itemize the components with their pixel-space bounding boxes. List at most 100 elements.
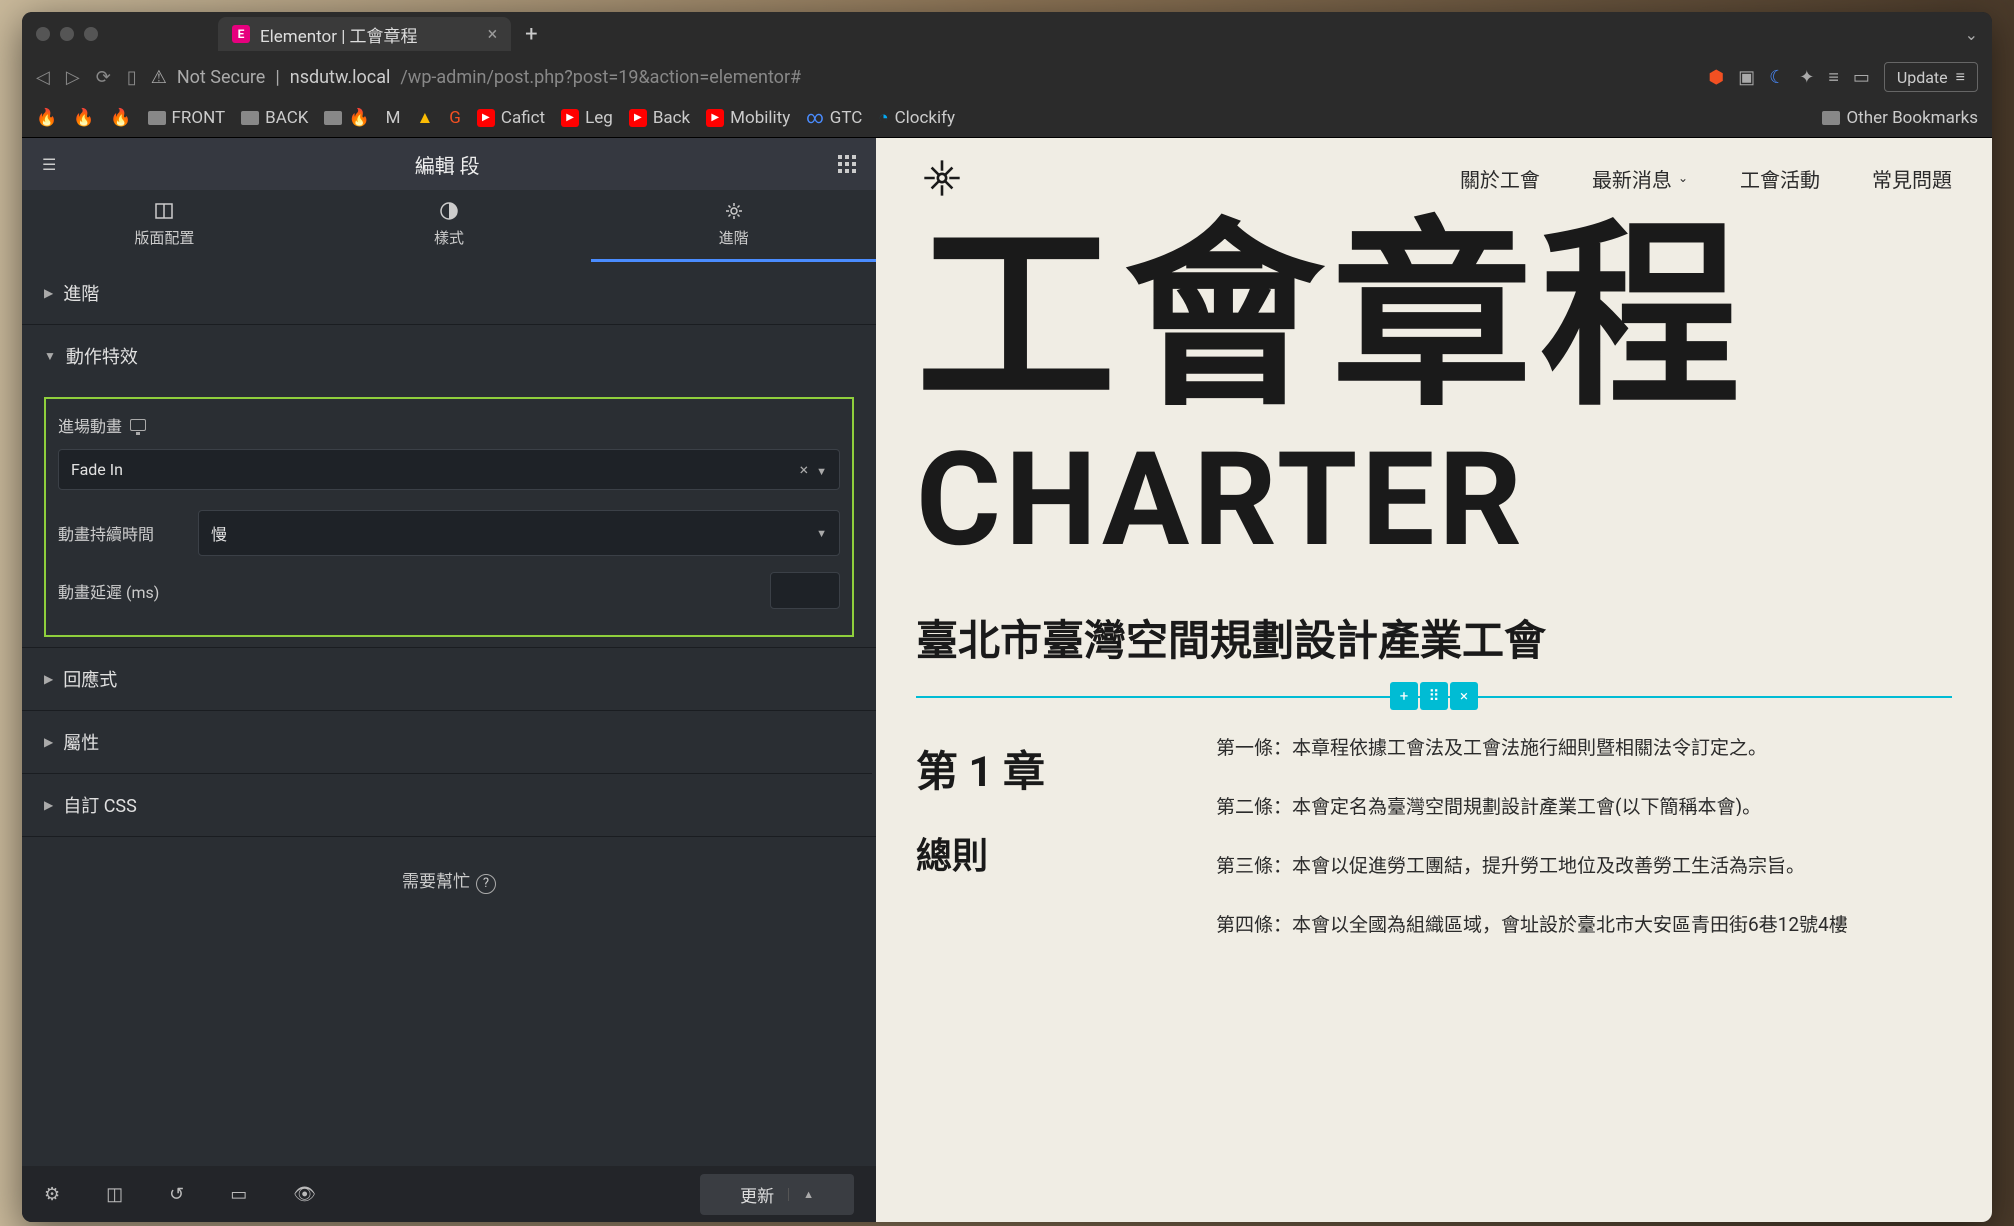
chevron-up-icon: ▲	[788, 1188, 814, 1201]
nav-activities[interactable]: 工會活動	[1740, 164, 1820, 193]
history-icon[interactable]: ↺	[169, 1184, 184, 1205]
panel-title: 編輯 段	[415, 150, 480, 179]
widgets-icon[interactable]	[838, 155, 856, 173]
accordion-motion-effects[interactable]: ▼動作特效	[22, 325, 876, 387]
hero-subtitle: 臺北市臺灣空間規劃設計產業工會	[916, 607, 1952, 668]
bookmark-drive-icon[interactable]: ▲	[416, 108, 433, 128]
entrance-animation-select[interactable]: Fade In ×▼	[58, 449, 840, 490]
layout-icon	[154, 201, 174, 221]
delete-section-icon[interactable]: ×	[1450, 682, 1478, 710]
close-window[interactable]	[36, 27, 50, 41]
chevron-down-icon: ▼	[816, 527, 827, 540]
window-dropdown-icon[interactable]: ⌄	[1965, 25, 1978, 44]
nav-news[interactable]: 最新消息⌄	[1592, 164, 1688, 193]
preview-icon[interactable]: 👁	[293, 1184, 316, 1205]
bookmark-cafict[interactable]: ▶Cafict	[477, 108, 545, 128]
navigator-icon[interactable]: ◫	[106, 1184, 123, 1205]
caret-right-icon: ▶	[44, 672, 53, 686]
delay-label: 動畫延遲 (ms)	[58, 579, 159, 603]
site-logo[interactable]	[916, 152, 968, 204]
publish-button[interactable]: 更新▲	[700, 1174, 854, 1215]
not-secure-icon: ⚠	[151, 67, 167, 88]
section-handles: + ⠿ ×	[1390, 682, 1478, 710]
style-icon	[439, 201, 459, 221]
nav-about[interactable]: 關於工會	[1460, 164, 1540, 193]
chapter-subheading: 總則	[916, 827, 1156, 879]
bookmark-item[interactable]: 🔥	[73, 108, 94, 128]
duration-select[interactable]: 慢 ▼	[198, 510, 840, 556]
accordion-advanced[interactable]: ▶進階	[22, 262, 876, 324]
menu-icon[interactable]: ☰	[42, 155, 56, 174]
maximize-window[interactable]	[84, 27, 98, 41]
update-button[interactable]: Update≡	[1884, 62, 1978, 92]
bookmark-item[interactable]: 🔥	[36, 108, 57, 128]
panel-footer: ⚙ ◫ ↺ ▭ 👁 更新▲	[22, 1166, 876, 1222]
elementor-favicon: E	[232, 25, 250, 43]
list-icon[interactable]: ≡	[1828, 67, 1839, 88]
panel-header: ☰ 編輯 段	[22, 138, 876, 190]
other-bookmarks[interactable]: Other Bookmarks	[1822, 108, 1978, 128]
extension-icon[interactable]: ☾	[1769, 67, 1785, 88]
bookmark-item[interactable]: 🔥	[324, 108, 369, 128]
settings-icon[interactable]: ⚙	[44, 1184, 60, 1205]
not-secure-label: Not Secure	[177, 67, 266, 88]
article-text: 第四條：本會以全國為組織區域，會址設於臺北市大安區青田街6巷12號4樓	[1216, 915, 1902, 934]
tab-layout[interactable]: 版面配置	[22, 190, 307, 262]
accordion-custom-css[interactable]: ▶自訂 CSS	[22, 774, 876, 836]
bookmark-folder-back[interactable]: BACK	[241, 108, 308, 128]
caret-down-icon: ▼	[44, 349, 56, 363]
delay-input[interactable]	[770, 572, 840, 609]
accordion-responsive[interactable]: ▶回應式	[22, 648, 876, 710]
chevron-down-icon: ⌄	[1678, 171, 1688, 185]
site-nav: 關於工會 最新消息⌄ 工會活動 常見問題	[1460, 164, 1952, 193]
responsive-icon[interactable]	[130, 419, 146, 431]
add-section-icon[interactable]: +	[1390, 682, 1418, 710]
notion-icon[interactable]: ▣	[1738, 67, 1755, 88]
bookmarks-bar: 🔥 🔥 🔥 FRONT BACK 🔥 M ▲ G ▶Cafict ▶Leg ▶B…	[22, 98, 1992, 138]
bookmark-mobility[interactable]: ▶Mobility	[706, 108, 790, 128]
nav-faq[interactable]: 常見問題	[1872, 164, 1952, 193]
bookmark-gmail-icon[interactable]: M	[386, 108, 401, 128]
forward-icon[interactable]: ▷	[66, 67, 80, 88]
bookmark-clockify[interactable]: ◔Clockify	[878, 108, 955, 128]
accordion-attributes[interactable]: ▶屬性	[22, 711, 876, 773]
help-icon: ?	[476, 874, 496, 894]
tab-style[interactable]: 樣式	[307, 190, 592, 262]
hero-title-zh: 工會章程	[916, 218, 1952, 418]
bookmark-back[interactable]: ▶Back	[629, 108, 690, 128]
article-text: 第一條：本章程依據工會法及工會法施行細則暨相關法令訂定之。	[1216, 738, 1902, 757]
bookmark-leg[interactable]: ▶Leg	[561, 108, 613, 128]
edit-section-icon[interactable]: ⠿	[1420, 682, 1448, 710]
window-titlebar: E Elementor | 工會章程 × + ⌄	[22, 12, 1992, 56]
traffic-lights[interactable]	[36, 27, 98, 41]
clear-icon[interactable]: ×	[800, 460, 809, 479]
preview-area[interactable]: 關於工會 最新消息⌄ 工會活動 常見問題 工會章程 CHARTER 臺北市臺灣空…	[876, 138, 1992, 1222]
bookmark-item[interactable]: 🔥	[110, 108, 131, 128]
reload-icon[interactable]: ⟳	[96, 67, 111, 88]
tab-advanced[interactable]: 進階	[591, 190, 876, 262]
tab-title: Elementor | 工會章程	[260, 22, 418, 47]
hamburger-icon: ≡	[1956, 67, 1965, 87]
pip-icon[interactable]: ▭	[1853, 67, 1870, 88]
bookmark-folder-front[interactable]: FRONT	[148, 108, 226, 128]
section-element[interactable]: + ⠿ × 第 1 章 總則 第一條：本章程依據工會法及工會法施行細則暨相關法令…	[916, 696, 1952, 974]
panel-tabs: 版面配置 樣式 進階	[22, 190, 876, 262]
close-tab-icon[interactable]: ×	[488, 24, 498, 45]
hero-section[interactable]: 工會章程 CHARTER 臺北市臺灣空間規劃設計產業工會 + ⠿ × 第 1 章…	[876, 218, 1992, 974]
motion-effects-controls: 進場動畫 Fade In ×▼ 動畫持續時間 慢 ▼	[44, 397, 854, 637]
new-tab-button[interactable]: +	[525, 22, 537, 47]
url-path: /wp-admin/post.php?post=19&action=elemen…	[400, 67, 801, 88]
minimize-window[interactable]	[60, 27, 74, 41]
browser-tab[interactable]: E Elementor | 工會章程 ×	[218, 17, 511, 51]
hero-title-en: CHARTER	[916, 428, 1952, 571]
duration-label: 動畫持續時間	[58, 521, 188, 545]
puzzle-icon[interactable]: ✦	[1799, 67, 1814, 88]
url-field[interactable]: ⚠ Not Secure | nsdutw.local/wp-admin/pos…	[151, 67, 1695, 88]
bookmark-gtc[interactable]: ∞GTC	[806, 108, 862, 128]
brave-shield-icon[interactable]: ⬢	[1708, 67, 1724, 88]
help-link[interactable]: 需要幫忙?	[22, 837, 876, 924]
bookmark-icon[interactable]: ▯	[127, 67, 137, 88]
bookmark-item[interactable]: G	[449, 108, 461, 128]
back-icon[interactable]: ◁	[36, 67, 50, 88]
responsive-mode-icon[interactable]: ▭	[230, 1184, 247, 1205]
